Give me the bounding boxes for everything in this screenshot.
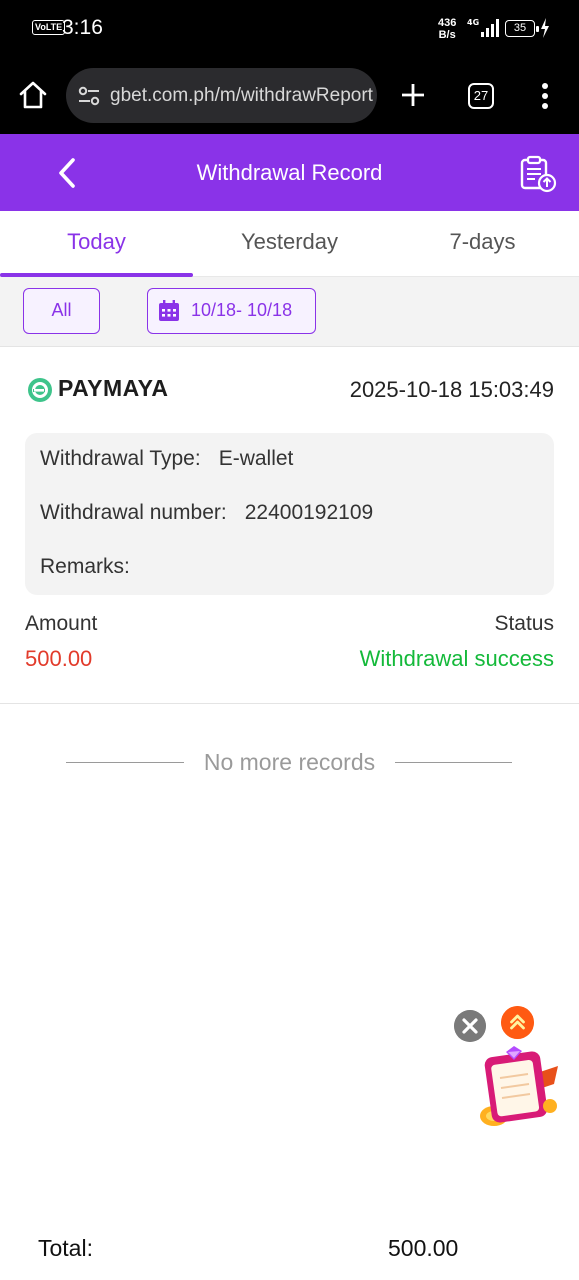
tab-today[interactable]: Today xyxy=(0,211,193,277)
status-bar: VoLTE 3:16 436 B/s 4G 35 xyxy=(0,0,579,58)
scroll-to-top-icon[interactable] xyxy=(501,1006,534,1039)
status-label: Status xyxy=(494,612,554,635)
withdrawal-type-value: E-wallet xyxy=(218,447,294,470)
site-settings-icon[interactable] xyxy=(78,86,100,106)
address-bar[interactable]: gbet.com.ph/m/withdrawReport xyxy=(66,68,377,123)
list-end-indicator: No more records xyxy=(0,745,579,779)
total-value: 500.00 xyxy=(388,1235,459,1261)
withdrawal-type-label: Withdrawal Type: xyxy=(40,447,201,470)
withdrawal-type-row: Withdrawal Type: E-wallet xyxy=(40,447,293,471)
battery-icon: 35 xyxy=(505,20,539,37)
tab-7-days[interactable]: 7-days xyxy=(386,211,579,277)
total-label: Total: xyxy=(38,1235,93,1261)
browser-toolbar: gbet.com.ph/m/withdrawReport 27 xyxy=(0,58,579,134)
provider-name: PAYMAYA xyxy=(58,375,169,401)
filter-bar: All 10/18- 10/18 xyxy=(0,277,579,347)
divider-right xyxy=(395,762,512,763)
record-details: Withdrawal Type: E-wallet Withdrawal numb… xyxy=(25,433,554,595)
date-range-label: 10/18- 10/18 xyxy=(191,300,293,320)
withdrawal-number-label: Withdrawal number: xyxy=(40,501,227,524)
volte-indicator: VoLTE xyxy=(32,20,66,35)
withdrawal-number-row: Withdrawal number: 22400192109 xyxy=(40,501,373,525)
home-icon[interactable] xyxy=(18,80,48,110)
close-icon[interactable] xyxy=(454,1010,486,1042)
paymaya-logo-icon xyxy=(28,378,52,402)
more-menu-icon[interactable] xyxy=(540,82,550,110)
withdrawal-record-item[interactable]: PAYMAYA 2025-10-18 15:03:49 Withdrawal T… xyxy=(0,348,579,704)
promo-gift-icon[interactable] xyxy=(470,1044,564,1134)
amount-label: Amount xyxy=(25,612,98,635)
app-header: Withdrawal Record xyxy=(0,134,579,211)
new-tab-icon[interactable] xyxy=(400,82,426,108)
amount-value: 500.00 xyxy=(25,646,93,671)
clipboard-upload-icon[interactable] xyxy=(518,154,558,194)
date-range-button[interactable]: 10/18- 10/18 xyxy=(147,288,316,334)
charging-icon xyxy=(541,18,549,38)
total-bar: Total: 500.00 xyxy=(0,1225,579,1275)
calendar-icon xyxy=(159,300,179,321)
tab-yesterday[interactable]: Yesterday xyxy=(193,211,386,277)
status-value: Withdrawal success xyxy=(359,646,554,671)
date-tabs: Today Yesterday 7-days xyxy=(0,211,579,277)
record-datetime: 2025-10-18 15:03:49 xyxy=(349,377,554,402)
remarks-row: Remarks: xyxy=(40,555,148,579)
status-time: 3:16 xyxy=(62,16,103,39)
network-speed: 436 B/s xyxy=(438,17,457,41)
tab-switcher-button[interactable]: 27 xyxy=(468,83,494,109)
page-title: Withdrawal Record xyxy=(196,160,383,185)
remarks-label: Remarks: xyxy=(40,555,130,578)
withdrawal-number-value: 22400192109 xyxy=(244,501,374,524)
all-filter-button[interactable]: All xyxy=(23,288,100,334)
signal-icon: 4G xyxy=(467,18,499,37)
svg-text:4G: 4G xyxy=(467,18,479,27)
back-arrow-icon[interactable] xyxy=(54,156,80,190)
